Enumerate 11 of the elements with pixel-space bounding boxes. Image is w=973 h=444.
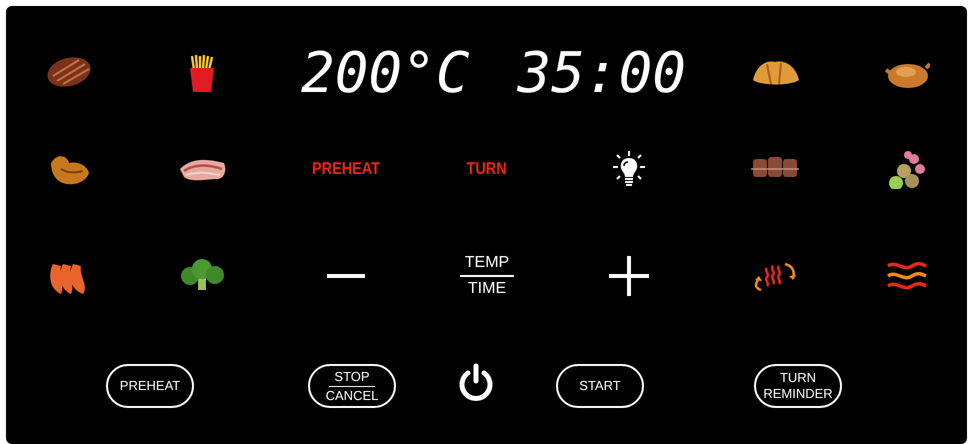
temp-label[interactable]: TEMP [464,254,510,272]
panel-button[interactable]: PREHEAT [106,364,194,408]
panel-button[interactable]: TURN REMINDER [754,364,842,408]
time-label[interactable]: TIME [468,280,506,298]
indicator-label: TURN [466,159,508,179]
panel-button[interactable]: STOP CANCEL [308,364,396,408]
temperature-readout: 200°C [301,46,470,102]
panel-button[interactable]: START [556,364,644,408]
indicator-label: PREHEAT [312,159,380,179]
time-readout: 35:00 [517,46,686,102]
plus-icon[interactable] [609,256,649,296]
